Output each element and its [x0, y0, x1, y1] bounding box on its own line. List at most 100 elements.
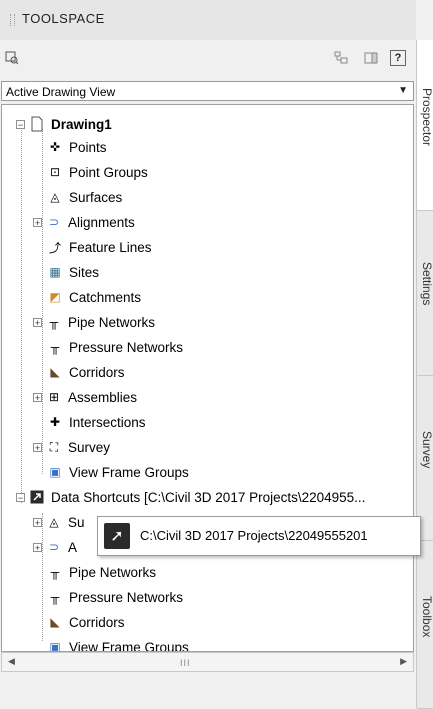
points-icon: ✜ [49, 140, 61, 154]
tree-item-shortcut-surfaces[interactable]: + ◬ Su [33, 511, 85, 533]
pressure-networks-icon: ╥ [50, 590, 60, 604]
pressure-networks-icon: ╥ [50, 340, 60, 354]
data-shortcuts-icon [29, 489, 45, 505]
feature-lines-icon: ⤴ [48, 240, 61, 255]
collapse-icon[interactable]: − [16, 492, 25, 502]
tree-item-shortcut-view-frame-groups[interactable]: ▣ View Frame Groups [47, 636, 189, 652]
tree-item-label: Intersections [69, 414, 146, 430]
panel-title: TOOLSPACE [22, 11, 105, 26]
tree-item-shortcut-alignments[interactable]: + ⊃ A [33, 536, 77, 558]
tab-prospector[interactable]: Prospector [417, 40, 433, 211]
tree-item-label: Pipe Networks [69, 564, 157, 580]
pipe-networks-icon: ╥ [49, 315, 59, 329]
intersections-icon: ✚ [49, 415, 61, 429]
tree-item-label: Sites [69, 264, 100, 280]
expand-icon[interactable]: + [33, 217, 42, 227]
tree-item-label: Corridors [69, 614, 125, 630]
tree-item-pipe-networks[interactable]: + ╥ Pipe Networks [33, 311, 155, 333]
tree-node-data-shortcuts[interactable]: − Data Shortcuts [C:\Civil 3D 2017 Proje… [16, 486, 365, 508]
scroll-left-icon[interactable]: ◀ [8, 656, 15, 667]
expand-icon[interactable]: + [33, 542, 42, 552]
corridors-icon: ◣ [50, 365, 60, 379]
expand-icon[interactable]: + [33, 517, 42, 527]
tree-item-point-groups[interactable]: ⊡ Point Groups [47, 161, 148, 183]
tree-item-label: Pressure Networks [69, 339, 184, 355]
tree-view[interactable]: − Drawing1 ✜ Points ⊡ Point Groups ◬ Sur… [1, 104, 414, 652]
point-groups-icon: ⊡ [49, 165, 61, 179]
collapse-icon[interactable]: − [16, 119, 25, 129]
tree-item-label: A [68, 539, 78, 555]
toggle-icon[interactable] [363, 50, 379, 66]
tree-node-drawing1[interactable]: − Drawing1 [16, 113, 112, 135]
drawing-icon [29, 116, 45, 132]
tooltip-text: C:\Civil 3D 2017 Projects\22049555201 [140, 528, 368, 543]
side-tabs: Prospector Settings Survey Toolbox [416, 40, 433, 709]
tree-item-survey[interactable]: + ⛶ Survey [33, 436, 110, 458]
tree-item-label: View Frame Groups [69, 639, 189, 652]
scroll-right-icon[interactable]: ▶ [400, 656, 407, 667]
drag-grip[interactable] [10, 14, 15, 26]
tree-item-label: Assemblies [68, 389, 138, 405]
alignments-icon: ⊃ [48, 540, 60, 554]
tab-label: Toolbox [420, 596, 433, 638]
shortcut-arrow-icon: ➚ [104, 523, 130, 549]
tab-label: Settings [420, 262, 433, 306]
chevron-down-icon[interactable]: ▼ [398, 85, 408, 96]
surfaces-icon: ◬ [50, 190, 60, 204]
tree-item-label: Point Groups [69, 164, 148, 180]
view-select-icon[interactable] [4, 50, 20, 66]
tree-item-label: Points [69, 139, 107, 155]
view-frame-groups-icon: ▣ [49, 640, 61, 652]
surfaces-icon: ◬ [49, 515, 59, 529]
tree-item-catchments[interactable]: ◩ Catchments [47, 286, 141, 308]
sites-icon: ▦ [49, 265, 61, 279]
alignments-icon: ⊃ [48, 215, 60, 229]
tree-item-label: Catchments [69, 289, 142, 305]
assemblies-icon: ⊞ [48, 390, 60, 404]
tree-item-label: Survey [68, 439, 111, 455]
tree-item-intersections[interactable]: ✚ Intersections [47, 411, 146, 433]
catchments-icon: ◩ [49, 290, 61, 304]
tree-node-label: Data Shortcuts [C:\Civil 3D 2017 Project… [51, 489, 366, 505]
view-frame-groups-icon: ▣ [49, 465, 61, 479]
help-button[interactable]: ? [390, 50, 406, 66]
tree-item-label: Alignments [68, 214, 135, 230]
tree-item-pressure-networks[interactable]: ╥ Pressure Networks [47, 336, 183, 358]
expand-icon[interactable]: + [33, 317, 42, 327]
tree-item-view-frame-groups[interactable]: ▣ View Frame Groups [47, 461, 189, 483]
tree-item-label: View Frame Groups [69, 464, 189, 480]
path-tooltip: ➚ C:\Civil 3D 2017 Projects\22049555201 [97, 516, 421, 556]
tree-item-corridors[interactable]: ◣ Corridors [47, 361, 125, 383]
tree-item-sites[interactable]: ▦ Sites [47, 261, 99, 283]
tree-item-feature-lines[interactable]: ⤴ Feature Lines [47, 236, 152, 258]
corridors-icon: ◣ [50, 615, 60, 629]
tab-settings[interactable]: Settings [417, 210, 433, 376]
tree-item-alignments[interactable]: + ⊃ Alignments [33, 211, 135, 233]
tree-item-label: Pipe Networks [68, 314, 156, 330]
tree-item-label: Corridors [69, 364, 125, 380]
pipe-networks-icon: ╥ [50, 565, 60, 579]
tree-item-points[interactable]: ✜ Points [47, 136, 107, 158]
tree-item-surfaces[interactable]: ◬ Surfaces [47, 186, 122, 208]
expand-icon[interactable]: + [33, 392, 42, 402]
view-dropdown-value: Active Drawing View [6, 85, 116, 99]
tree-item-shortcut-pressure-networks[interactable]: ╥ Pressure Networks [47, 586, 183, 608]
panel-title-bar[interactable]: TOOLSPACE [0, 0, 416, 41]
tree-item-shortcut-corridors[interactable]: ◣ Corridors [47, 611, 125, 633]
tab-label: Survey [420, 431, 433, 469]
expand-icon[interactable]: + [33, 442, 42, 452]
survey-icon: ⛶ [49, 439, 59, 454]
item-view-icon[interactable] [333, 50, 349, 66]
tree-item-label: Feature Lines [69, 239, 152, 255]
tree-item-label: Surfaces [69, 189, 123, 205]
tab-label: Prospector [420, 88, 433, 147]
horizontal-scrollbar[interactable]: ◀ III ▶ [1, 652, 414, 672]
tree-item-label: Pressure Networks [69, 589, 184, 605]
tree-item-assemblies[interactable]: + ⊞ Assemblies [33, 386, 137, 408]
tree-item-shortcut-pipe-networks[interactable]: ╥ Pipe Networks [47, 561, 156, 583]
tree-node-label: Drawing1 [51, 116, 112, 132]
view-dropdown[interactable]: Active Drawing View ▼ [1, 81, 414, 101]
tree-item-label: Su [68, 514, 85, 530]
scroll-thumb[interactable]: III [180, 658, 191, 668]
tab-toolbox[interactable]: Toolbox [417, 540, 433, 709]
